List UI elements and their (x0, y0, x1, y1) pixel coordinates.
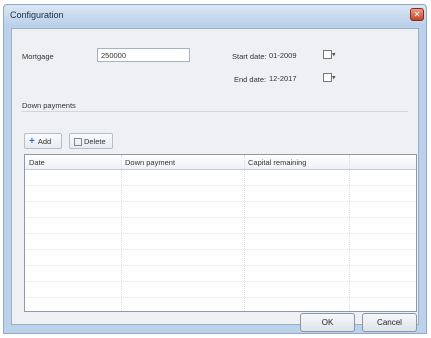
dialog-body: Mortgage 250000 Start date: 01-2009 ▾ En… (11, 28, 419, 332)
calendar-icon (323, 50, 332, 59)
row-divider (25, 185, 416, 186)
table-header: Date Down payment Capital remaining (25, 155, 416, 170)
column-header-capital-remaining[interactable]: Capital remaining (248, 158, 306, 167)
calendar-icon (323, 73, 332, 82)
close-icon: ✕ (413, 10, 421, 19)
group-divider (22, 111, 408, 112)
row-divider (25, 249, 416, 250)
mortgage-label: Mortgage (22, 52, 54, 61)
chevron-down-icon: ▾ (332, 51, 336, 59)
end-date-field[interactable]: 12-2017 (265, 71, 317, 85)
row-divider (25, 297, 416, 298)
row-divider (25, 217, 416, 218)
add-button-label: Add (37, 137, 52, 146)
mortgage-input[interactable]: 250000 (97, 48, 190, 62)
down-payments-table[interactable]: Date Down payment Capital remaining (24, 154, 417, 312)
column-header-date[interactable]: Date (29, 158, 45, 167)
configuration-dialog: Configuration ✕ Mortgage 250000 Start da… (3, 4, 427, 334)
delete-button[interactable]: Delete (69, 133, 113, 149)
start-date-picker-button[interactable]: ▾ (323, 50, 337, 61)
cancel-button[interactable]: Cancel (362, 313, 417, 332)
close-button[interactable]: ✕ (410, 8, 424, 21)
row-divider (25, 233, 416, 234)
add-button[interactable]: + Add (24, 133, 62, 149)
end-date-label: End date: (234, 75, 267, 84)
plus-icon: + (29, 136, 35, 147)
start-date-label: Start date: (232, 52, 267, 61)
row-divider (25, 201, 416, 202)
window-title: Configuration (10, 10, 64, 20)
delete-button-label: Delete (84, 137, 106, 146)
delete-icon (74, 138, 82, 147)
down-payments-group-title: Down payments (22, 101, 76, 110)
end-date-picker-button[interactable]: ▾ (323, 73, 337, 84)
chevron-down-icon: ▾ (332, 74, 336, 82)
row-divider (25, 265, 416, 266)
title-bar[interactable]: Configuration ✕ (4, 5, 426, 27)
row-divider (25, 281, 416, 282)
column-header-down-payment[interactable]: Down payment (125, 158, 175, 167)
ok-button[interactable]: OK (300, 313, 355, 332)
start-date-field[interactable]: 01-2009 (265, 48, 317, 62)
